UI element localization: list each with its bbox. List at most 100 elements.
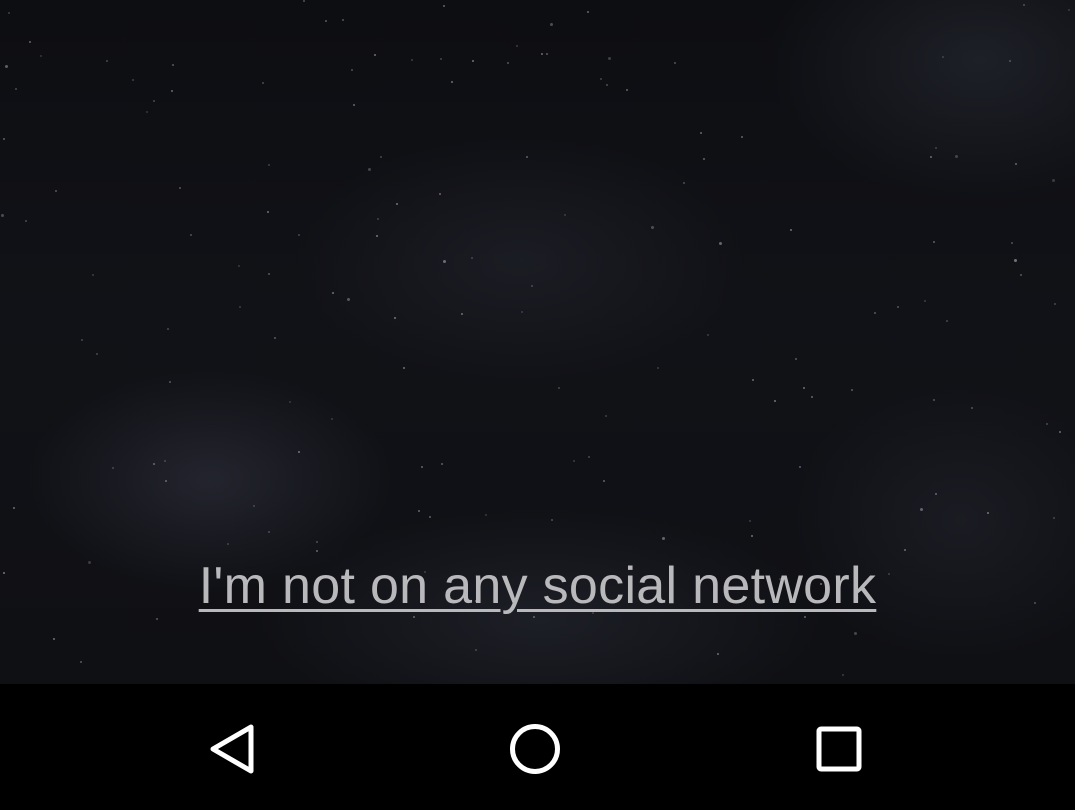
star <box>81 339 83 341</box>
star <box>418 510 420 512</box>
star <box>238 265 240 267</box>
star <box>289 401 291 403</box>
star <box>29 41 31 43</box>
star <box>332 292 334 294</box>
star <box>5 65 8 68</box>
star <box>803 387 805 389</box>
star <box>516 45 518 47</box>
star <box>1011 242 1013 244</box>
star <box>1068 9 1070 11</box>
star <box>558 387 560 389</box>
star <box>946 320 948 322</box>
star <box>274 337 276 339</box>
star <box>342 19 344 21</box>
star <box>443 5 445 7</box>
star <box>267 211 269 213</box>
star <box>603 480 605 482</box>
star <box>153 463 155 465</box>
star <box>1054 303 1056 305</box>
star <box>1 214 4 217</box>
screen: I'm not on any social network <box>0 0 1075 810</box>
star <box>605 415 607 417</box>
star <box>795 358 797 360</box>
star <box>165 480 167 482</box>
star <box>421 466 423 468</box>
star <box>374 54 376 56</box>
star <box>179 187 181 189</box>
home-button[interactable] <box>490 704 580 794</box>
star <box>262 82 264 84</box>
star <box>842 674 844 676</box>
star <box>96 353 98 355</box>
star <box>347 298 350 301</box>
star <box>507 62 509 64</box>
star <box>413 616 415 618</box>
star <box>3 138 5 140</box>
star <box>325 20 327 22</box>
star <box>1059 431 1061 433</box>
star <box>657 367 659 369</box>
star <box>799 466 801 468</box>
star <box>533 616 535 618</box>
star <box>1015 163 1017 165</box>
star <box>429 516 431 518</box>
star <box>471 257 473 259</box>
star <box>441 463 443 465</box>
star <box>935 147 937 149</box>
star <box>700 132 702 134</box>
star <box>298 451 300 453</box>
not-on-social-network-link[interactable]: I'm not on any social network <box>0 556 1075 616</box>
star <box>80 661 82 663</box>
star <box>403 367 405 369</box>
star <box>531 285 533 287</box>
star <box>662 537 665 540</box>
star <box>606 84 608 86</box>
star <box>573 460 575 462</box>
star <box>546 53 548 55</box>
star <box>451 81 453 83</box>
star <box>897 306 899 308</box>
star <box>132 79 134 81</box>
star <box>551 519 553 521</box>
star <box>987 512 989 514</box>
star <box>790 229 792 231</box>
star <box>268 164 270 166</box>
star <box>752 379 754 381</box>
back-button[interactable] <box>188 704 278 794</box>
back-triangle-icon <box>210 724 254 774</box>
star <box>933 241 935 243</box>
recents-button[interactable] <box>794 704 884 794</box>
star <box>106 60 108 62</box>
star <box>587 11 589 13</box>
star <box>303 0 305 2</box>
star <box>600 78 602 80</box>
star <box>811 396 813 398</box>
star <box>1014 259 1017 262</box>
star <box>1009 60 1011 62</box>
star <box>904 549 906 551</box>
star <box>396 203 398 205</box>
star <box>1053 517 1055 519</box>
star <box>485 514 487 516</box>
star <box>146 111 148 113</box>
star <box>167 328 169 330</box>
star <box>40 55 42 57</box>
star <box>971 407 973 409</box>
star <box>377 218 379 220</box>
star <box>475 649 477 651</box>
star <box>703 158 705 160</box>
star <box>351 69 353 71</box>
star <box>550 23 553 26</box>
star <box>608 57 611 60</box>
star <box>368 168 371 171</box>
star <box>707 334 709 336</box>
star <box>955 155 958 158</box>
star <box>521 311 523 313</box>
star <box>239 306 241 308</box>
star <box>440 58 442 60</box>
star <box>1023 4 1025 6</box>
star <box>674 62 676 64</box>
star <box>13 507 15 509</box>
star <box>411 59 413 61</box>
star <box>774 400 776 402</box>
